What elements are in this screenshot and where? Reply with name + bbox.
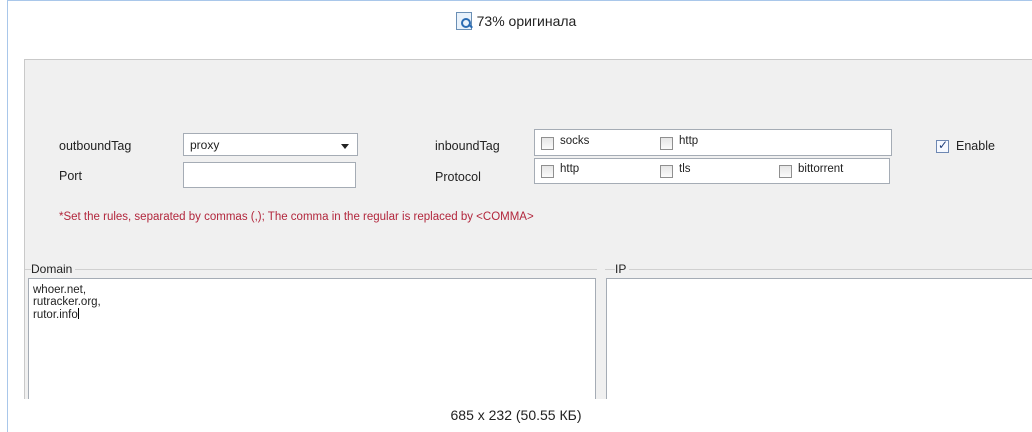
ip-textarea[interactable] [606, 278, 1032, 399]
protocol-bittorrent-label: bittorrent [798, 163, 844, 175]
protocol-http-checkbox[interactable] [541, 165, 554, 178]
domain-group-label: Domain [31, 262, 76, 276]
image-size-text: 685 x 232 (50.55 КБ) [450, 407, 582, 423]
inbound-http-label: http [679, 135, 699, 147]
domain-group-border [25, 269, 597, 270]
rules-hint-text: *Set the rules, separated by commas (,);… [59, 211, 534, 223]
protocol-label: Protocol [435, 170, 481, 184]
protocol-http-label: http [560, 163, 580, 175]
image-size-info: 685 x 232 (50.55 КБ) [0, 402, 1032, 428]
chevron-down-icon[interactable] [341, 144, 349, 149]
protocol-tls-checkbox[interactable] [660, 165, 673, 178]
enable-checkbox[interactable] [936, 138, 949, 153]
outbound-tag-label: outboundTag [59, 139, 132, 153]
enable-label: Enable [956, 139, 995, 153]
inbound-socks-checkbox[interactable] [541, 137, 554, 150]
port-label: Port [59, 169, 82, 183]
domain-line: whoer.net, [33, 284, 87, 296]
ip-group-label: IP [615, 262, 630, 276]
inbound-socks-label: socks [560, 135, 590, 147]
ip-group-border [605, 269, 1032, 270]
image-caption: 73% оригинала [0, 6, 1032, 36]
protocol-bittorrent-checkbox[interactable] [779, 165, 792, 178]
inbound-tag-group: socks http [534, 129, 892, 156]
inbound-tag-label: inboundTag [435, 139, 500, 153]
inbound-http-checkbox[interactable] [660, 137, 673, 150]
outbound-tag-select[interactable]: proxy [183, 133, 358, 156]
zoom-percent-text: 73% оригинала [476, 13, 577, 29]
domain-line: rutor.info [33, 309, 78, 321]
domain-textarea[interactable]: whoer.net, rutracker.org, rutor.info [28, 278, 596, 399]
protocol-group: http tls bittorrent [534, 158, 890, 184]
routing-rule-form: outboundTag proxy inboundTag socks http … [24, 59, 1032, 399]
domain-line: rutracker.org, [33, 296, 101, 308]
protocol-tls-label: tls [679, 163, 691, 175]
port-input[interactable] [183, 162, 356, 188]
text-caret [77, 308, 79, 319]
zoom-icon[interactable] [455, 12, 472, 30]
outbound-tag-value: proxy [190, 138, 220, 152]
